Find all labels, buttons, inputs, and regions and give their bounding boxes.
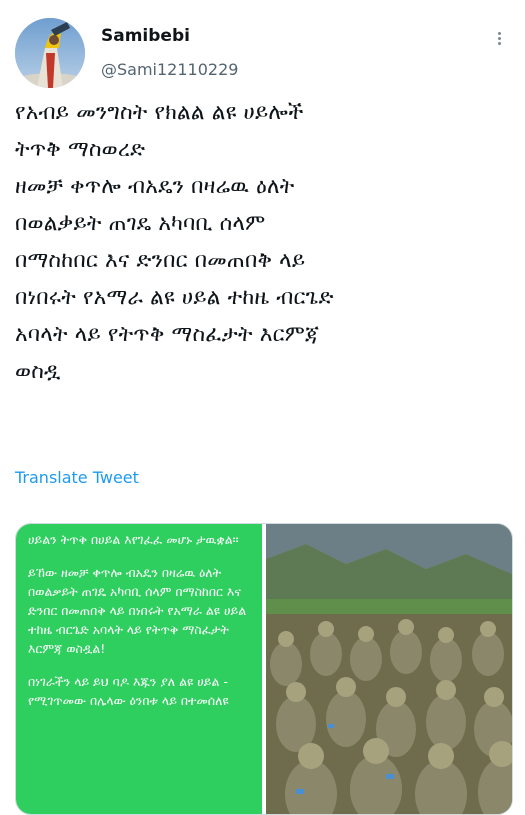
tweet-line: በማስከበር እና ድንበር በመጠበቅ ላይ [15,248,306,273]
card-paragraph: ሀይልን ትጥቅ በሀይል እየገፈፈ መሆኑ ታዉቋል፡፡ [28,532,239,547]
tweet-line: ወስዷ [15,359,61,384]
soldiers-photo[interactable] [266,524,512,814]
card-paragraph: በነገራችን ላይ ይህ ባዶ እጁን ያለ ልዩ ሀይል - የሚገጥመው በ… [28,674,229,708]
card-paragraph: ይኸው ዘመቻ ቀጥሎ ብአዴን በዛሬዉ ዕለት በወልቃይት ጠገዴ አካባ… [28,565,247,656]
green-text-card-image[interactable]: ሀይልን ትጥቅ በሀይል እየገፈፈ መሆኑ ታዉቋል፡፡ ይኸው ዘመቻ ቀ… [16,524,262,814]
media-attachments: ሀይልን ትጥቅ በሀይል እየገፈፈ መሆኑ ታዉቋል፡፡ ይኸው ዘመቻ ቀ… [15,523,513,815]
tweet-line: በወልቃይት ጠገዴ አካባቢ ሰላም [15,211,266,236]
tweet-line: አባላት ላይ የትጥቅ ማስፈታት እርምጃ [15,322,320,347]
tweet-line: ዘመቻ ቀጥሎ ብአዴን በዛሬዉ ዕለት [15,174,295,199]
tweet-text: የአብይ መንግስት የክልል ልዩ ሀይሎች ትጥቅ ማስወረድ ዘመቻ ቀጥ… [15,94,515,390]
avatar[interactable] [15,18,85,88]
user-handle[interactable]: @Sami12110229 [101,60,238,79]
tweet-line: በነበሩት የአማራ ልዩ ሀይል ተከዜ ብርጌድ [15,285,334,310]
display-name[interactable]: Samibebi [101,26,190,46]
tweet: Samibebi @Sami12110229 የአብይ መንግስት የክልል ል… [0,0,525,815]
tweet-line: ትጥቅ ማስወረድ [15,137,146,162]
translate-tweet-link[interactable]: Translate Tweet [15,468,139,487]
more-dots-icon[interactable] [490,30,508,50]
tweet-line: የአብይ መንግስት የክልል ልዩ ሀይሎች [15,100,304,125]
